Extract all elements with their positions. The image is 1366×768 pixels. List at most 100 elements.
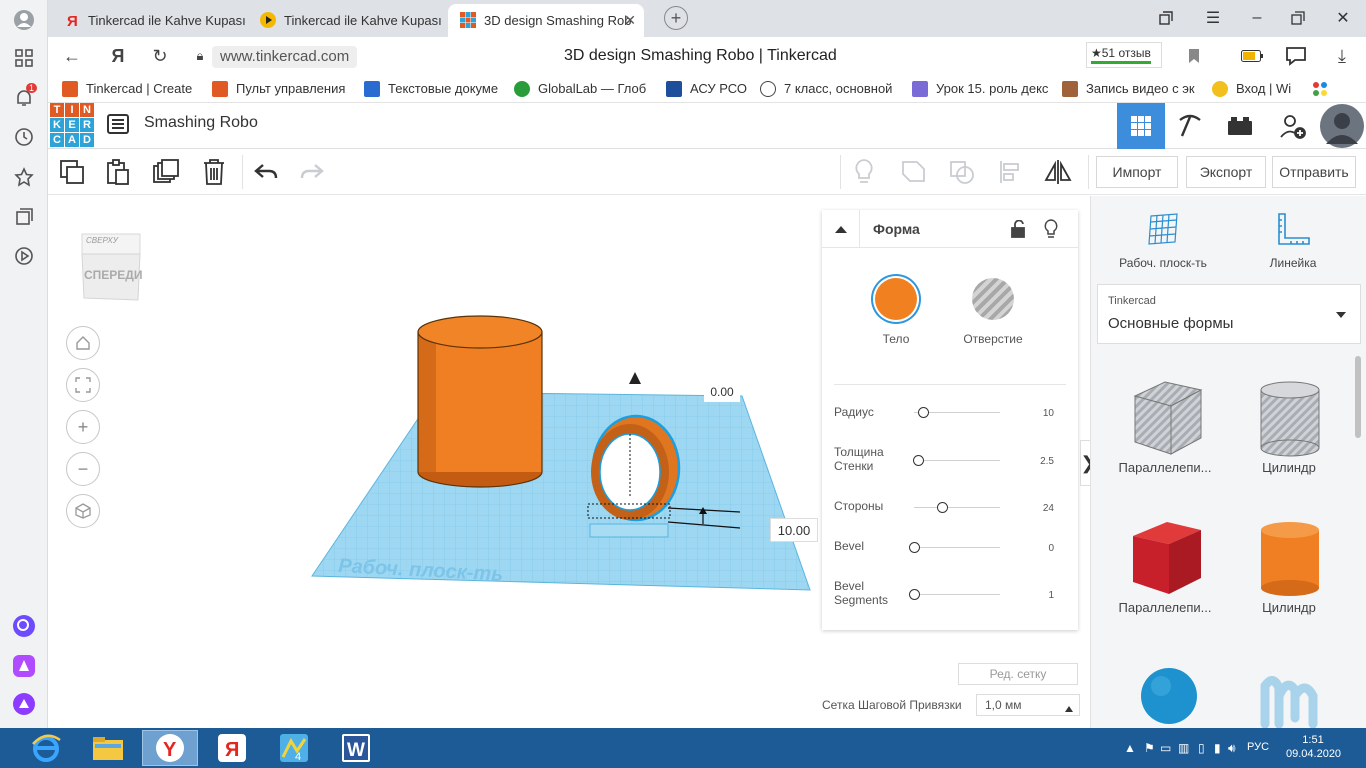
snap-grid-select[interactable]: 1,0 мм [976,694,1080,716]
mirror-icon[interactable] [1042,156,1074,188]
height-handle-icon[interactable] [629,372,641,384]
copy-icon[interactable] [56,156,88,188]
sides-slider[interactable] [914,502,1000,513]
add-user-icon[interactable] [1268,103,1316,149]
perspective-icon[interactable] [66,494,100,528]
unlock-icon[interactable] [1010,219,1026,241]
browser-tab[interactable]: Tinkercad ile Kahve Kupası [248,4,444,37]
send-button[interactable]: Отправить [1272,156,1356,188]
video-play-icon[interactable] [12,244,36,268]
home-view-icon[interactable] [66,326,100,360]
bookmark-item[interactable]: Tinkercad | Create [62,81,204,99]
history-clock-icon[interactable] [12,125,36,149]
ruler-tool[interactable]: Линейка [1243,210,1343,270]
orange-cylinder-shape[interactable] [417,315,543,488]
export-button[interactable]: Экспорт [1186,156,1266,188]
bookmark-item[interactable]: Пульт управления [212,81,354,99]
back-arrow-icon[interactable]: ← [60,44,84,68]
browser-tab-active[interactable]: 3D design Smashing Rob ✕ [448,4,644,37]
battery-icon[interactable] [1240,44,1264,68]
reload-icon[interactable]: ↻ [148,44,172,68]
browser-tab[interactable]: Я Tinkercad ile Kahve Kupası [52,4,248,37]
tray-network-icon[interactable]: ▥ [1178,741,1189,755]
redo-icon[interactable] [296,156,328,188]
yandex-home-icon[interactable]: Я [106,44,130,68]
menu-hamburger-icon[interactable]: ☰ [1201,6,1225,30]
group-icon[interactable] [898,156,930,188]
paste-icon[interactable] [102,156,134,188]
workplane-tool[interactable]: Рабоч. плоск-ть [1113,210,1213,270]
restore-window-icon[interactable] [1286,6,1310,30]
yandex-browser-taskbar-icon[interactable]: Y [142,730,198,766]
tab-manager-icon[interactable] [1154,6,1178,30]
bookmark-item[interactable]: GlobalLab — Глоб [514,81,650,99]
radius-value[interactable]: 10 [1043,408,1054,419]
view-cube[interactable]: СВЕРХУ СПЕРЕДИ [76,224,144,302]
shape-box-hole[interactable]: Параллелепи... [1105,376,1225,486]
library-scrollbar[interactable] [1355,356,1361,438]
align-icon[interactable] [994,156,1026,188]
bevel-segments-slider[interactable] [909,589,1000,600]
more-bookmarks-icon[interactable] [1312,81,1332,99]
user-avatar[interactable] [1318,103,1366,149]
delete-trash-icon[interactable] [198,156,230,188]
top-dimension-value[interactable]: 0.00 [704,382,740,402]
bookmark-flag-icon[interactable] [1182,44,1206,68]
tray-signal-icon[interactable]: ▮ [1214,741,1221,755]
url-host[interactable]: www.tinkercad.com [212,46,358,68]
apps-grid-icon[interactable] [12,46,36,70]
wall-thickness-slider[interactable] [913,455,1000,466]
zoom-in-icon[interactable]: + [66,410,100,444]
shape-cylinder-hole[interactable]: Цилиндр [1229,376,1349,486]
bookmark-item[interactable]: Текстовые докуме [364,81,498,99]
3d-view-grid-icon[interactable] [1117,103,1165,149]
lightbulb-icon[interactable] [848,156,880,188]
bevel-segments-value[interactable]: 1 [1048,590,1054,601]
ungroup-icon[interactable] [946,156,978,188]
solid-color-swatch[interactable] [875,278,917,320]
close-window-icon[interactable]: ✕ [1331,6,1355,30]
hole-swatch[interactable] [972,278,1014,320]
zoom-out-icon[interactable]: − [66,452,100,486]
chat-icon[interactable] [1284,44,1308,68]
download-icon[interactable]: ⤓ [1330,44,1354,68]
shape-scribble[interactable] [1229,656,1349,729]
reviews-badge[interactable]: ★51 отзыв [1086,42,1162,68]
edit-grid-button[interactable]: Ред. сетку [958,663,1078,685]
close-tab-icon[interactable]: ✕ [624,12,636,29]
tray-expand-icon[interactable]: ▲ [1124,741,1136,755]
bookmark-item[interactable]: АСУ РСО [666,81,750,99]
minimize-window-icon[interactable]: – [1245,6,1269,30]
tray-battery-icon[interactable]: ▯ [1198,741,1205,755]
lightbulb-icon[interactable] [1044,219,1058,242]
notifications-bell-icon[interactable]: 1 [12,83,38,110]
bookmark-item[interactable]: 7 класс, основной [760,81,896,99]
shape-sphere[interactable] [1105,656,1225,728]
collapse-panel-icon[interactable] [822,210,860,248]
fit-view-icon[interactable] [66,368,100,402]
tinkercad-logo[interactable]: T I N K E R C A D [50,103,94,147]
alice-search-icon[interactable] [12,614,36,638]
tray-volume-icon[interactable]: 🔊︎ [1228,741,1236,756]
bookmark-item[interactable]: Вход | Wi [1212,81,1304,99]
lock-icon[interactable]: 🔒︎ [188,44,212,68]
bricks-icon[interactable] [1216,103,1264,149]
bevel-value[interactable]: 0 [1048,543,1054,554]
yandex-app-taskbar-icon[interactable]: Я [204,730,260,766]
tray-monitor-icon[interactable]: ▭ [1160,741,1171,755]
word-taskbar-icon[interactable]: W [328,730,384,766]
bookmarks-star-icon[interactable] [12,165,36,189]
library-category-select[interactable]: Tinkercad Основные формы [1097,284,1361,344]
pickaxe-icon[interactable] [1166,103,1214,149]
bookmark-item[interactable]: Запись видео с эк [1062,81,1200,99]
shape-box-red[interactable]: Параллелепи... [1105,516,1225,626]
profile-icon[interactable] [12,8,36,32]
alice-app-icon[interactable] [12,654,36,678]
file-explorer-icon[interactable] [80,730,136,766]
side-dimension-value[interactable]: 10.00 [770,518,818,542]
bevel-slider[interactable] [909,542,1000,553]
tray-flag-icon[interactable]: ⚑ [1144,741,1155,755]
alice-assistant-icon[interactable] [12,692,36,716]
tray-language[interactable]: РУС [1247,741,1269,753]
duplicate-icon[interactable] [150,156,182,188]
